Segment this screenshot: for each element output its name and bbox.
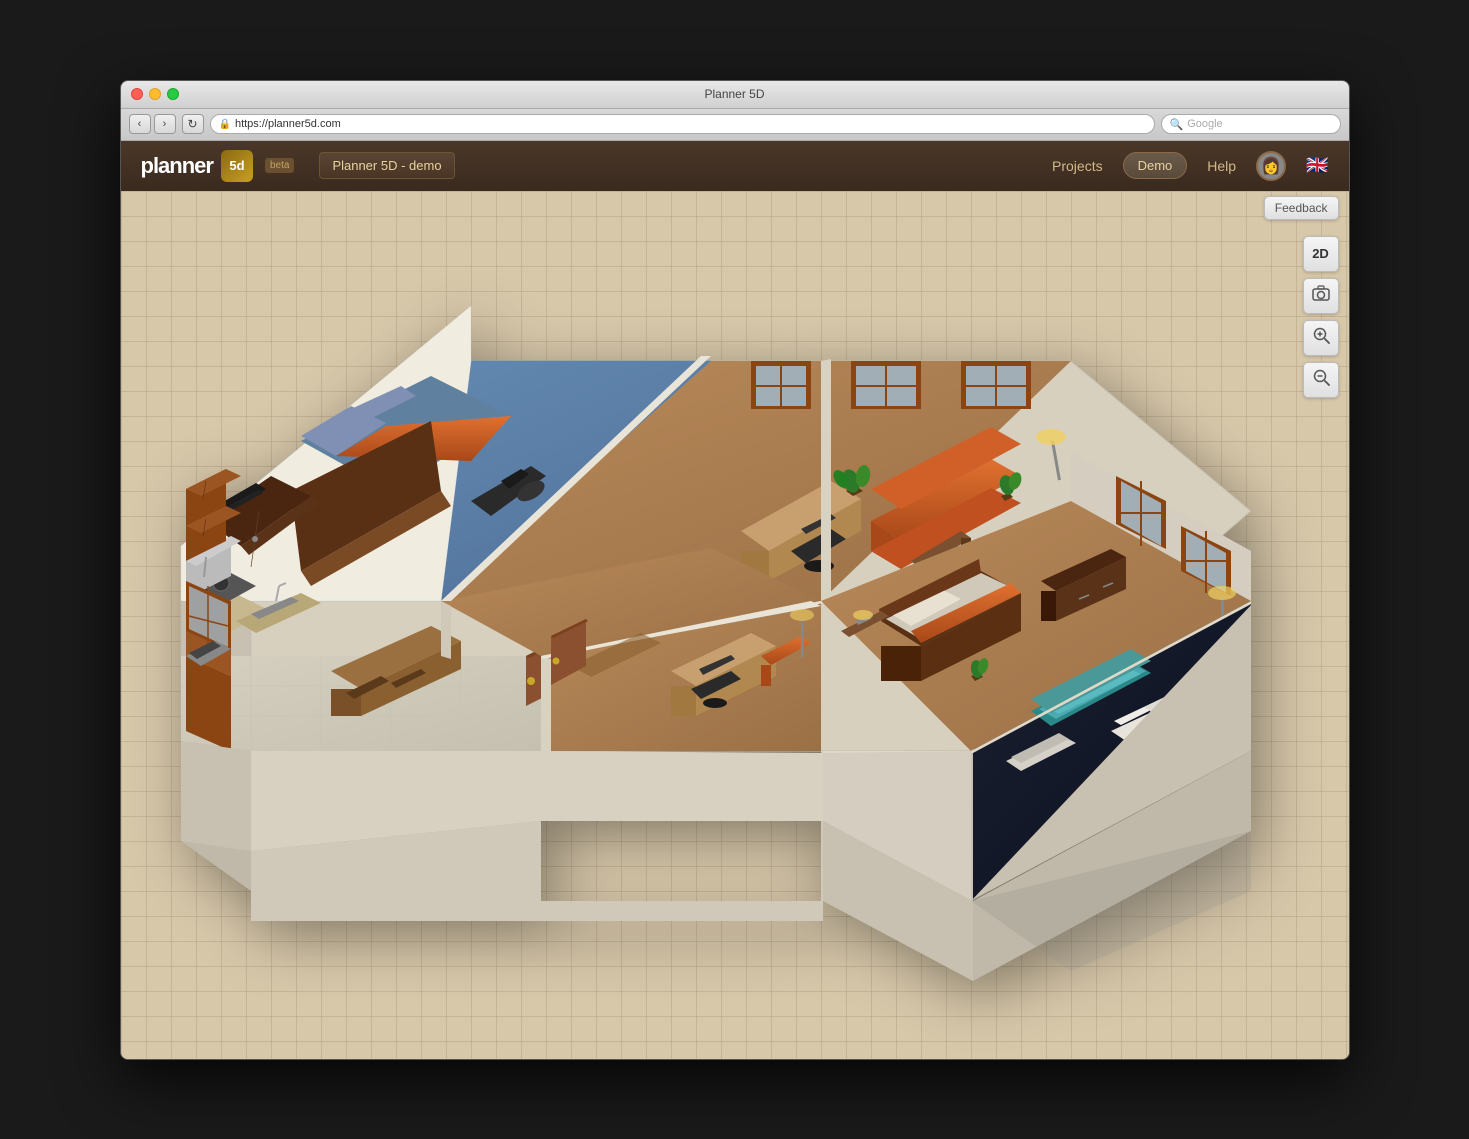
user-avatar[interactable]: 👩 bbox=[1256, 151, 1286, 181]
demo-button[interactable]: Demo bbox=[1123, 152, 1188, 179]
minimize-button[interactable] bbox=[149, 88, 161, 100]
view-2d-button[interactable]: 2D bbox=[1303, 236, 1339, 272]
language-flag[interactable]: 🇬🇧 bbox=[1306, 155, 1328, 176]
app-header: planner 5d beta Planner 5D - demo Projec… bbox=[121, 141, 1349, 191]
logo-text: planner bbox=[141, 153, 213, 179]
zoom-out-icon bbox=[1312, 368, 1330, 391]
search-icon: 🔍 bbox=[1170, 118, 1184, 131]
maximize-button[interactable] bbox=[167, 88, 179, 100]
address-bar: ‹ › ↻ 🔒 https://planner5d.com 🔍 Google bbox=[121, 109, 1349, 141]
zoom-in-button[interactable] bbox=[1303, 320, 1339, 356]
nav-buttons: ‹ › bbox=[129, 114, 176, 134]
right-toolbar: 2D bbox=[1303, 236, 1339, 398]
camera-icon bbox=[1312, 285, 1330, 306]
zoom-in-icon bbox=[1312, 326, 1330, 349]
title-bar: Planner 5D bbox=[121, 81, 1349, 109]
forward-button[interactable]: › bbox=[154, 114, 176, 134]
back-button[interactable]: ‹ bbox=[129, 114, 151, 134]
help-link[interactable]: Help bbox=[1207, 158, 1236, 174]
screenshot-button[interactable] bbox=[1303, 278, 1339, 314]
beta-badge: beta bbox=[265, 158, 294, 173]
url-bar[interactable]: 🔒 https://planner5d.com bbox=[210, 114, 1155, 134]
feedback-button[interactable]: Feedback bbox=[1264, 196, 1339, 220]
floor-plan-3d bbox=[151, 241, 1251, 1059]
browser-window: Planner 5D ‹ › ↻ 🔒 https://planner5d.com… bbox=[120, 80, 1350, 1060]
search-placeholder: Google bbox=[1187, 118, 1222, 130]
lock-icon: 🔒 bbox=[219, 119, 231, 130]
zoom-out-button[interactable] bbox=[1303, 362, 1339, 398]
logo-area: planner 5d beta bbox=[141, 150, 295, 182]
url-text: https://planner5d.com bbox=[235, 118, 341, 130]
project-name[interactable]: Planner 5D - demo bbox=[319, 152, 454, 179]
search-bar[interactable]: 🔍 Google bbox=[1161, 114, 1341, 134]
reload-button[interactable]: ↻ bbox=[182, 114, 204, 134]
logo-icon: 5d bbox=[221, 150, 253, 182]
close-button[interactable] bbox=[131, 88, 143, 100]
header-nav: Projects Demo Help 👩 🇬🇧 bbox=[1052, 151, 1328, 181]
window-title: Planner 5D bbox=[704, 87, 764, 101]
canvas-area[interactable]: Feedback 2D bbox=[121, 191, 1349, 1059]
traffic-lights bbox=[131, 88, 179, 100]
projects-link[interactable]: Projects bbox=[1052, 158, 1103, 174]
